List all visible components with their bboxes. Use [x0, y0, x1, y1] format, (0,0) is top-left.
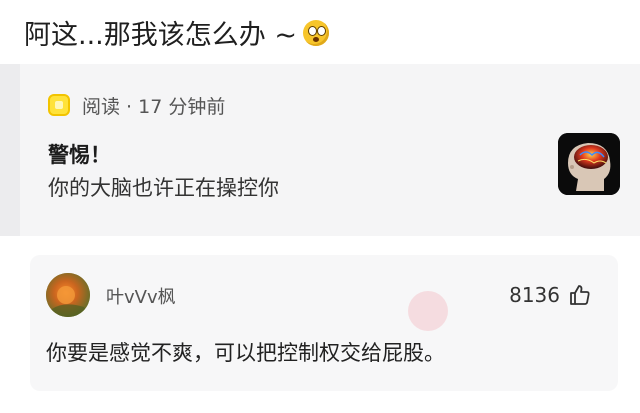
like-button[interactable]: 8136 — [509, 281, 592, 309]
comment-username[interactable]: 叶vVv枫 — [106, 283, 176, 309]
article-description: 你的大脑也许正在操控你 — [48, 176, 279, 200]
article-source: 阅读 · 17 分钟前 — [82, 95, 226, 118]
comment-text: 你要是感觉不爽，可以把控制权交给屁股。 — [46, 341, 445, 365]
page: 阿这...那我该怎么办 ~ 阅读 · 17 分钟前 警惕！ 你的大脑也许正在操控… — [0, 0, 640, 413]
article-source-row: 阅读 · 17 分钟前 — [48, 92, 225, 118]
post-title: 阿这...那我该怎么办 ~ — [24, 12, 331, 52]
shared-article-card[interactable]: 阅读 · 17 分钟前 警惕！ 你的大脑也许正在操控你 — [0, 64, 640, 236]
post-title-text: 阿这...那我该怎么办 ~ — [24, 19, 297, 51]
brain-head-image[interactable] — [558, 133, 620, 195]
article-title: 警惕！ — [48, 143, 111, 167]
thumbs-up-icon[interactable] — [568, 283, 592, 307]
read-app-icon — [48, 94, 70, 116]
astonished-face-icon — [301, 17, 331, 47]
user-avatar[interactable] — [46, 273, 90, 317]
comment-card: 叶vVv枫 8136 你要是感觉不爽，可以把控制权交给屁股。 — [30, 255, 618, 391]
watermark-logo — [408, 291, 448, 331]
like-count: 8136 — [509, 283, 560, 307]
